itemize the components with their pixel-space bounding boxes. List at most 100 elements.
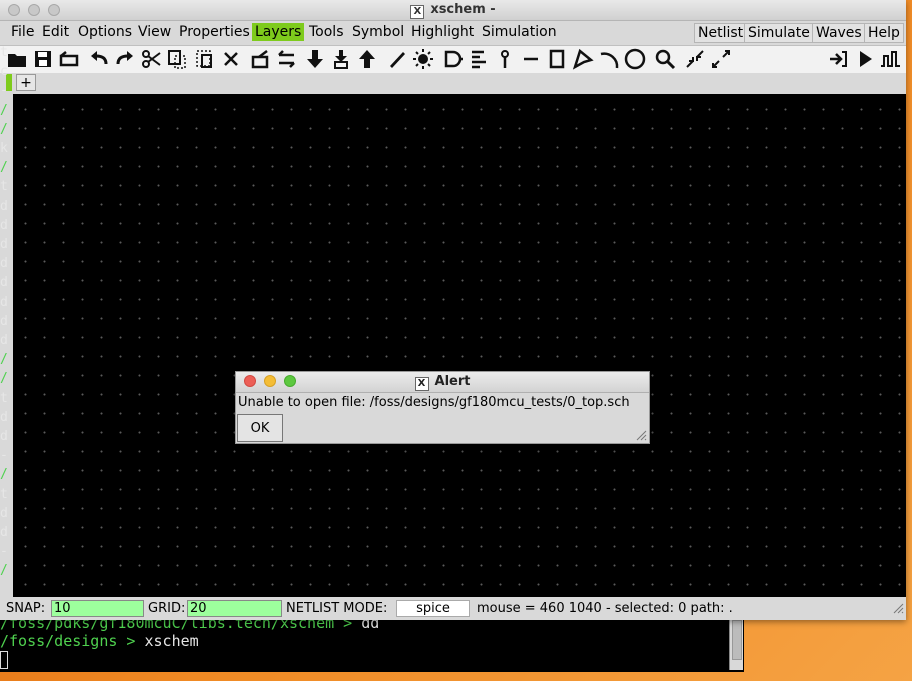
waves-button[interactable]: Waves <box>812 23 866 43</box>
terminal-char: d <box>0 256 8 272</box>
status-bar: SNAP: 10 GRID: 20 NETLIST MODE: spice mo… <box>0 598 906 620</box>
menu-bar: File Edit Options View Properties Layers… <box>0 21 906 43</box>
cut-icon[interactable] <box>140 48 162 70</box>
x11-logo-icon: X <box>414 377 429 391</box>
status-info: mouse = 460 1040 - selected: 0 path: . <box>477 601 733 616</box>
terminal-scrollbar[interactable] <box>729 618 743 670</box>
terminal-char: d <box>0 294 8 310</box>
terminal-char: d <box>0 333 8 348</box>
terminal-char: / <box>0 371 8 387</box>
paste-icon[interactable] <box>194 48 216 70</box>
polygon-icon[interactable] <box>572 48 594 70</box>
window-title: xschem - <box>430 2 496 17</box>
terminal-char: - <box>0 544 8 560</box>
terminal-char: d <box>0 409 8 425</box>
swap-icon[interactable] <box>276 48 298 70</box>
align-icon[interactable] <box>468 48 490 70</box>
line-icon[interactable] <box>520 48 542 70</box>
terminal-char: c <box>0 64 8 80</box>
terminal-char: d <box>0 429 8 444</box>
terminal-char: t <box>0 179 8 195</box>
terminal-char: k <box>0 141 8 156</box>
xschem-window: Xxschem - File Edit Options View Propert… <box>0 0 906 620</box>
menu-symbol[interactable]: Symbol <box>349 23 407 41</box>
circle-icon[interactable] <box>624 48 646 70</box>
terminal-char: d <box>0 198 8 214</box>
terminal-char: / <box>0 563 8 579</box>
terminal-char: d <box>0 217 8 233</box>
redo-icon[interactable] <box>114 48 136 70</box>
terminal-char: d <box>0 505 8 521</box>
alert-close-button[interactable] <box>244 375 256 387</box>
play-icon[interactable] <box>854 48 876 70</box>
menu-options[interactable]: Options <box>75 23 135 41</box>
alert-title: Alert <box>434 374 471 389</box>
add-tab-button[interactable]: + <box>16 74 36 91</box>
snap-input[interactable]: 10 <box>51 600 144 617</box>
descend-symbol-icon[interactable] <box>330 48 352 70</box>
descend-icon[interactable] <box>304 48 326 70</box>
pin-icon[interactable] <box>494 48 516 70</box>
netlist-mode-label: NETLIST MODE: <box>286 601 388 616</box>
rectangle-icon[interactable] <box>546 48 568 70</box>
schematic-canvas[interactable] <box>13 94 906 597</box>
move-icon[interactable] <box>250 48 272 70</box>
terminal-line-2: /foss/designs > xschem <box>0 632 199 650</box>
alert-title-bar[interactable]: X Alert <box>236 372 649 393</box>
menu-simulation[interactable]: Simulation <box>479 23 560 41</box>
symbol-gate-icon[interactable] <box>442 48 464 70</box>
alert-message: Unable to open file: /foss/designs/gf180… <box>238 395 630 410</box>
wire-pencil-icon[interactable] <box>386 48 408 70</box>
terminal-char: - <box>0 83 8 99</box>
terminal-char: t <box>0 486 8 502</box>
menu-properties[interactable]: Properties <box>176 23 253 41</box>
terminal-cursor <box>0 651 8 669</box>
menu-edit[interactable]: Edit <box>39 23 72 41</box>
grid-input[interactable]: 20 <box>187 600 282 617</box>
netlist-export-icon[interactable] <box>828 48 850 70</box>
simulate-button[interactable]: Simulate <box>744 23 814 43</box>
terminal-char: / <box>0 160 8 176</box>
menu-highlight[interactable]: Highlight <box>408 23 477 41</box>
terminal-char: d <box>0 313 8 329</box>
terminal-char: t <box>0 45 8 60</box>
help-button[interactable]: Help <box>864 23 904 43</box>
alert-dialog: X Alert Unable to open file: /foss/design… <box>235 371 650 444</box>
snap-label: SNAP: <box>6 601 46 616</box>
search-icon[interactable] <box>654 48 676 70</box>
reload-icon[interactable] <box>58 48 80 70</box>
x11-logo-icon: X <box>410 5 425 19</box>
brightness-icon[interactable] <box>412 48 434 70</box>
terminal-char: - <box>0 448 8 464</box>
menu-tools[interactable]: Tools <box>306 23 347 41</box>
zoom-out-icon[interactable] <box>710 48 732 70</box>
open-folder-icon[interactable] <box>6 48 28 70</box>
undo-icon[interactable] <box>88 48 110 70</box>
copy-icon[interactable] <box>166 48 188 70</box>
grid-label: GRID: <box>148 601 186 616</box>
delete-icon[interactable] <box>220 48 242 70</box>
resize-grip-icon[interactable] <box>635 429 647 441</box>
terminal-char: / <box>0 102 8 118</box>
toolbar <box>0 45 906 74</box>
terminal-char: d <box>0 525 8 540</box>
terminal-char: d <box>0 275 8 291</box>
ok-button[interactable]: OK <box>237 414 283 442</box>
waves-icon[interactable] <box>880 48 902 70</box>
resize-grip-icon[interactable] <box>892 602 904 614</box>
menu-layers[interactable]: Layers <box>252 23 305 41</box>
title-bar[interactable]: Xxschem - <box>0 0 906 21</box>
tab-row: + <box>0 73 906 93</box>
ascend-icon[interactable] <box>356 48 378 70</box>
menu-view[interactable]: View <box>135 23 174 41</box>
netlist-button[interactable]: Netlist <box>694 23 748 43</box>
terminal-char: t <box>0 390 8 406</box>
menu-file[interactable]: File <box>8 23 37 41</box>
zoom-in-icon[interactable] <box>684 48 706 70</box>
save-icon[interactable] <box>32 48 54 70</box>
arc-icon[interactable] <box>598 48 620 70</box>
alert-minimize-button[interactable] <box>264 375 276 387</box>
netlist-mode-select[interactable]: spice <box>396 600 470 617</box>
alert-zoom-button[interactable] <box>284 375 296 387</box>
terminal-char: / <box>0 467 8 483</box>
